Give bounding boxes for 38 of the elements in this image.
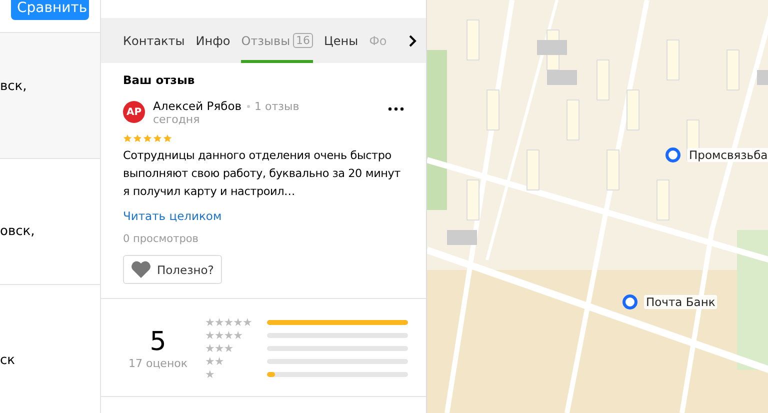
map-pin-icon[interactable] xyxy=(622,294,638,310)
tab[interactable]: Инфо xyxy=(196,18,230,63)
avatar: АР xyxy=(123,101,145,123)
map-pin-label[interactable]: Почта Банк xyxy=(644,295,718,309)
read-more-link[interactable]: Читать целиком xyxy=(123,209,404,223)
count-badge: 16 xyxy=(293,33,314,48)
map[interactable]: Промсвязьба Почта Банк xyxy=(427,0,768,413)
review-date: сегодня xyxy=(153,113,201,126)
more-icon[interactable] xyxy=(388,107,404,111)
star-icon xyxy=(153,134,162,143)
star-icon xyxy=(133,134,142,143)
map-pin-label[interactable]: Промсвязьба xyxy=(687,148,768,162)
rating-score: 5 xyxy=(150,327,166,357)
ratings-count: 17 оценок xyxy=(128,357,188,370)
separator-dot xyxy=(246,104,250,108)
tab[interactable]: Контакты xyxy=(123,18,185,63)
address-text: вск, xyxy=(0,79,27,94)
author-name[interactable]: Алексей Рябов xyxy=(153,99,242,113)
review-text: Сотрудницы данного отделения очень быстро выполняют свою работу, буквально за 20 минут я получил карту и настроил… xyxy=(123,148,402,200)
star-icon xyxy=(163,134,172,143)
star-icon xyxy=(143,134,152,143)
star-rating-label: ★★ xyxy=(205,355,224,368)
list-card[interactable]: вск, xyxy=(0,32,100,158)
chevron-right-icon[interactable] xyxy=(408,34,418,46)
useful-button[interactable]: Полезно? xyxy=(123,255,222,284)
star-rating-label: ★★★★ xyxy=(205,329,242,342)
section-heading: Ваш отзыв xyxy=(123,73,196,87)
address-text: ск xyxy=(0,353,15,368)
views-count: 0 просмотров xyxy=(123,233,200,245)
tab[interactable]: Цены xyxy=(324,18,358,63)
address-text: овск, xyxy=(0,224,35,239)
star-icon xyxy=(123,134,132,143)
heart-icon xyxy=(131,261,151,278)
review-count: 1 отзыв xyxy=(254,100,300,112)
star-rating-label: ★★★ xyxy=(205,342,234,355)
map-pin-icon[interactable] xyxy=(665,147,681,163)
star-rating-label: ★ xyxy=(205,368,214,381)
star-rating-label: ★★★★★ xyxy=(205,316,252,329)
